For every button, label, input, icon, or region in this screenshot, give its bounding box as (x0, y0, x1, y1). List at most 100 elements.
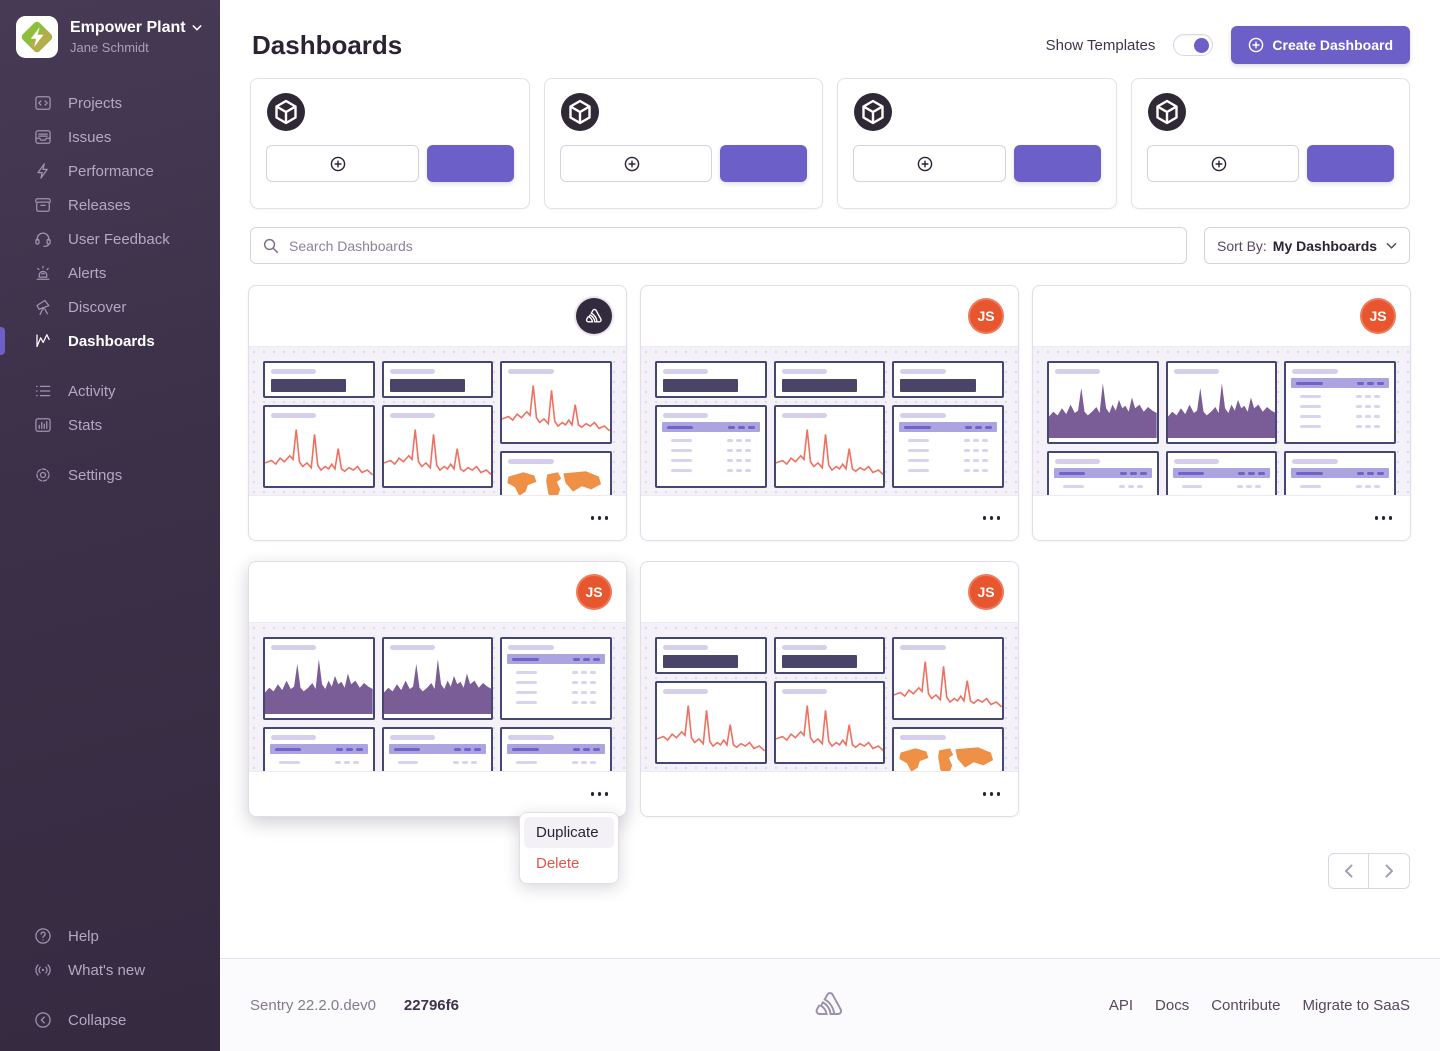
sentry-avatar (576, 298, 612, 334)
add-dashboard-button[interactable] (266, 145, 419, 182)
show-templates-label: Show Templates (1046, 37, 1156, 54)
menu-item-duplicate[interactable]: Duplicate (524, 817, 614, 848)
widget-preview-linechart (655, 681, 767, 764)
menu-item-delete[interactable]: Delete (524, 848, 614, 879)
activity-icon (33, 381, 53, 401)
sidebar-item-performance[interactable]: Performance (0, 154, 220, 188)
search-input[interactable] (250, 227, 1187, 264)
footer-link-contribute[interactable]: Contribute (1211, 997, 1280, 1014)
widget-preview-areachart (1047, 361, 1159, 444)
widget-preview-linechart (382, 405, 494, 488)
preview-button[interactable] (1307, 145, 1394, 182)
template-card (250, 78, 530, 209)
add-dashboard-button[interactable] (560, 145, 713, 182)
widget-preview-linechart (774, 681, 886, 764)
widget-preview-bignumber (774, 361, 886, 398)
sidebar-item-label: Performance (68, 163, 154, 180)
widget-preview-areachart (382, 637, 494, 720)
widget-preview-table (1284, 361, 1396, 444)
card-menu-button[interactable] (1373, 510, 1395, 526)
sidebar-item-issues[interactable]: Issues (0, 120, 220, 154)
sidebar-item-stats[interactable]: Stats (0, 408, 220, 442)
widget-preview-table (892, 405, 1004, 488)
sidebar-item-label: What's new (68, 962, 145, 979)
projects-icon (33, 93, 53, 113)
sidebar-item-discover[interactable]: Discover (0, 290, 220, 324)
page-title: Dashboards (252, 30, 402, 61)
sidebar-item-help[interactable]: Help (0, 919, 220, 953)
dashboard-card[interactable]: JS (1032, 285, 1411, 541)
sidebar-item-label: Help (68, 928, 99, 945)
card-menu-button[interactable] (589, 786, 611, 802)
widget-preview-linechart (500, 361, 612, 444)
sort-label: Sort By: (1217, 238, 1267, 254)
sidebar-item-label: Activity (68, 383, 116, 400)
org-name: Empower Plant (70, 19, 186, 37)
preview-button[interactable] (427, 145, 514, 182)
user-name: Jane Schmidt (70, 40, 202, 55)
card-menu-button[interactable] (981, 786, 1003, 802)
sidebar-item-projects[interactable]: Projects (0, 86, 220, 120)
add-dashboard-button[interactable] (1147, 145, 1300, 182)
dashboard-card[interactable]: JS (640, 561, 1019, 817)
add-dashboard-button[interactable] (853, 145, 1006, 182)
template-row (250, 78, 1410, 209)
card-menu-button[interactable] (981, 510, 1003, 526)
widget-preview-table (1047, 451, 1159, 496)
sidebar-item-what-s-new[interactable]: What's new (0, 953, 220, 987)
plus-circle-icon (330, 156, 346, 172)
widget-preview-table (1284, 451, 1396, 496)
widget-preview-table (263, 727, 375, 772)
dashboard-card[interactable]: JS (248, 561, 627, 817)
sort-dropdown[interactable]: Sort By: My Dashboards (1204, 227, 1410, 264)
sidebar-footer-nav: Help What's new Collapse (0, 919, 220, 1037)
sidebar-item-dashboards[interactable]: Dashboards (0, 324, 220, 358)
search-icon (262, 237, 279, 254)
dashboard-preview (1033, 346, 1410, 496)
sidebar-item-label: Alerts (68, 265, 106, 282)
sidebar-item-label: Issues (68, 129, 111, 146)
footer-link-migrate-to-saas[interactable]: Migrate to SaaS (1302, 997, 1410, 1014)
preview-button[interactable] (720, 145, 807, 182)
widget-preview-bignumber (655, 637, 767, 674)
chevron-down-icon (1386, 242, 1397, 250)
sidebar-item-user-feedback[interactable]: User Feedback (0, 222, 220, 256)
footer-links: API Docs Contribute Migrate to SaaS (1109, 997, 1410, 1014)
sidebar-item-releases[interactable]: Releases (0, 188, 220, 222)
dashboard-preview (249, 622, 626, 772)
next-page-button[interactable] (1369, 853, 1410, 889)
widget-preview-bignumber (774, 637, 886, 674)
releases-icon (33, 195, 53, 215)
org-switcher[interactable]: Empower Plant Jane Schmidt (0, 0, 220, 58)
search-box (250, 227, 1187, 264)
plus-circle-icon (917, 156, 933, 172)
sidebar-item-alerts[interactable]: Alerts (0, 256, 220, 290)
footer-build-hash[interactable]: 22796f6 (404, 997, 459, 1014)
sidebar-item-activity[interactable]: Activity (0, 374, 220, 408)
user-avatar: JS (1360, 298, 1396, 334)
dashboard-card[interactable] (248, 285, 627, 541)
template-card (544, 78, 824, 209)
card-context-menu: DuplicateDelete (519, 812, 619, 884)
plus-circle-icon (624, 156, 640, 172)
show-templates-toggle[interactable] (1173, 34, 1213, 56)
chevron-left-icon (1343, 864, 1354, 878)
user-avatar: JS (968, 298, 1004, 334)
user-avatar: JS (968, 574, 1004, 610)
dashboard-card[interactable]: JS (640, 285, 1019, 541)
sidebar-item-settings[interactable]: Settings (0, 458, 220, 492)
sidebar-item-label: Dashboards (68, 333, 155, 350)
preview-button[interactable] (1014, 145, 1101, 182)
card-menu-button[interactable] (589, 510, 611, 526)
sort-value: My Dashboards (1273, 238, 1377, 254)
sidebar-item-collapse[interactable]: Collapse (0, 1003, 220, 1037)
dashboard-preview (641, 622, 1018, 772)
create-dashboard-button[interactable]: Create Dashboard (1231, 26, 1410, 64)
stats-icon (33, 415, 53, 435)
sidebar-item-label: Stats (68, 417, 102, 434)
footer-link-api[interactable]: API (1109, 997, 1133, 1014)
footer-link-docs[interactable]: Docs (1155, 997, 1189, 1014)
sidebar-nav: Projects Issues Performance Releases Use… (0, 86, 220, 492)
previous-page-button[interactable] (1328, 853, 1369, 889)
template-cube-icon (560, 92, 600, 132)
